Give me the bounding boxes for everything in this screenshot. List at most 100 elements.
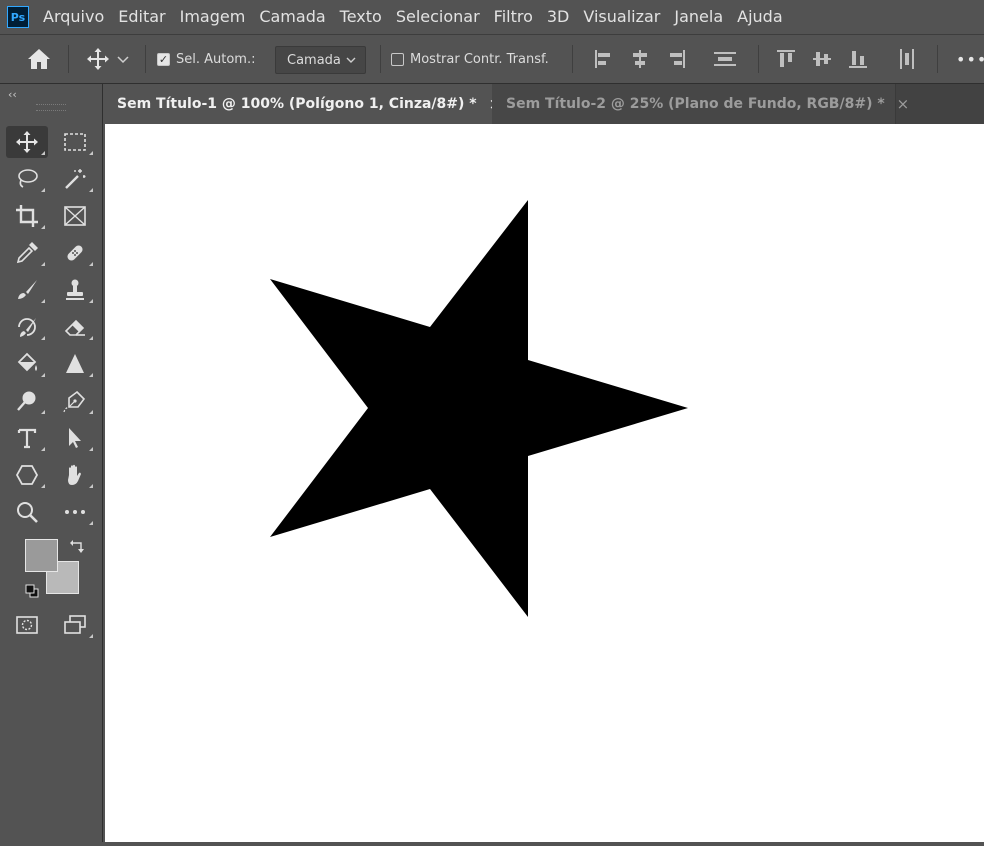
auto-select-target-dropdown[interactable]: Camada xyxy=(275,46,366,74)
auto-select-checkbox[interactable]: ✓ xyxy=(157,52,170,66)
star-shape[interactable] xyxy=(270,200,688,617)
photoshop-logo-icon[interactable]: Ps xyxy=(7,6,29,28)
blur-tool-icon xyxy=(66,354,84,373)
history-brush-tool[interactable] xyxy=(6,311,48,343)
close-icon[interactable]: × xyxy=(897,95,910,113)
healing-brush-tool[interactable] xyxy=(54,237,96,269)
rect-marquee-tool-icon xyxy=(64,133,86,151)
paint-bucket-tool[interactable] xyxy=(6,348,48,380)
frame-tool-icon xyxy=(64,206,86,226)
dodge-tool[interactable] xyxy=(6,385,48,417)
shape-tool[interactable] xyxy=(6,459,48,491)
menu-visualizar[interactable]: Visualizar xyxy=(576,0,667,34)
move-icon xyxy=(87,48,109,70)
options-separator xyxy=(68,45,69,73)
menu-imagem[interactable]: Imagem xyxy=(173,0,253,34)
align-horizontal-center-icon xyxy=(633,50,647,68)
options-separator xyxy=(937,45,938,73)
auto-select-toggle[interactable]: ✓ Sel. Autom.: xyxy=(157,35,256,83)
show-transform-toggle[interactable]: Mostrar Contr. Transf. xyxy=(391,35,549,83)
align-vertical-center-button[interactable] xyxy=(811,35,833,83)
align-top-button[interactable] xyxy=(775,35,797,83)
paint-bucket-tool-icon xyxy=(17,352,37,372)
menu-selecionar[interactable]: Selecionar xyxy=(389,0,487,34)
more-tools-button[interactable] xyxy=(54,496,96,528)
hand-tool-icon xyxy=(68,464,81,485)
blur-tool[interactable] xyxy=(54,348,96,380)
healing-brush-tool-icon xyxy=(67,245,83,261)
menu-janela[interactable]: Janela xyxy=(667,0,730,34)
shape-tool-icon xyxy=(15,465,39,485)
show-transform-checkbox[interactable] xyxy=(391,52,404,66)
chevron-down-icon xyxy=(346,57,356,63)
distribute-vertical-button[interactable] xyxy=(713,35,737,83)
align-bottom-icon xyxy=(849,51,867,68)
path-selection-tool-icon xyxy=(69,428,81,448)
align-top-icon xyxy=(777,50,795,67)
align-bottom-button[interactable] xyxy=(847,35,869,83)
menu-bar: Ps Arquivo Editar Imagem Camada Texto Se… xyxy=(0,0,984,34)
pen-tool[interactable] xyxy=(54,385,96,417)
menu-filtro[interactable]: Filtro xyxy=(487,0,540,34)
align-vertical-center-icon xyxy=(813,52,831,66)
tab-label: Sem Título-1 @ 100% (Polígono 1, Cinza/8… xyxy=(117,96,477,112)
distribute-horizontal-button[interactable] xyxy=(896,35,918,83)
chevron-down-icon xyxy=(117,56,129,64)
quick-mask-button[interactable] xyxy=(6,609,48,641)
lasso-tool-icon xyxy=(18,169,38,188)
options-separator xyxy=(572,45,573,73)
magic-wand-tool[interactable] xyxy=(54,163,96,195)
hand-tool[interactable] xyxy=(54,459,96,491)
path-selection-tool[interactable] xyxy=(54,422,96,454)
tab-document-1[interactable]: Sem Título-1 @ 100% (Polígono 1, Cinza/8… xyxy=(103,84,501,124)
more-tools-icon xyxy=(65,510,85,514)
crop-tool-icon xyxy=(16,205,38,227)
swap-colors-icon[interactable] xyxy=(69,538,85,558)
align-right-button[interactable] xyxy=(665,35,687,83)
type-tool[interactable] xyxy=(6,422,48,454)
options-separator xyxy=(145,45,146,73)
tool-preset-picker[interactable] xyxy=(86,35,130,83)
menu-ajuda[interactable]: Ajuda xyxy=(730,0,790,34)
quick-mask-icon xyxy=(16,616,38,634)
auto-select-label: Sel. Autom.: xyxy=(176,51,256,67)
lasso-tool[interactable] xyxy=(6,163,48,195)
zoom-tool[interactable] xyxy=(6,496,48,528)
options-separator xyxy=(758,45,759,73)
crop-tool[interactable] xyxy=(6,200,48,232)
home-button[interactable] xyxy=(26,35,52,83)
move-tool-icon xyxy=(16,131,38,153)
home-icon xyxy=(28,49,50,69)
move-tool[interactable] xyxy=(6,126,48,158)
foreground-color-swatch[interactable] xyxy=(25,539,58,572)
default-colors-icon[interactable] xyxy=(24,583,40,603)
align-left-button[interactable] xyxy=(593,35,615,83)
history-brush-tool-icon xyxy=(18,318,36,337)
screen-mode-button[interactable] xyxy=(54,609,96,641)
rect-marquee-tool[interactable] xyxy=(54,126,96,158)
clone-stamp-tool-icon xyxy=(66,279,84,300)
pen-tool-icon xyxy=(63,390,86,413)
document-tab-bar: Sem Título-1 @ 100% (Polígono 1, Cinza/8… xyxy=(103,84,984,124)
tab-document-2[interactable]: Sem Título-2 @ 25% (Plano de Fundo, RGB/… xyxy=(492,84,909,124)
menu-camada[interactable]: Camada xyxy=(252,0,332,34)
menu-3d[interactable]: 3D xyxy=(540,0,577,34)
tools-panel: ‹‹ xyxy=(0,84,103,842)
menu-texto[interactable]: Texto xyxy=(333,0,389,34)
more-options-button[interactable]: ••• xyxy=(956,35,984,83)
tab-label: Sem Título-2 @ 25% (Plano de Fundo, RGB/… xyxy=(506,96,885,112)
menu-editar[interactable]: Editar xyxy=(111,0,172,34)
align-right-icon xyxy=(670,50,685,68)
eraser-tool[interactable] xyxy=(54,311,96,343)
document-canvas[interactable] xyxy=(105,124,984,842)
brush-tool[interactable] xyxy=(6,274,48,306)
eyedropper-tool[interactable] xyxy=(6,237,48,269)
align-horizontal-center-button[interactable] xyxy=(629,35,651,83)
clone-stamp-tool[interactable] xyxy=(54,274,96,306)
panel-grip[interactable] xyxy=(36,104,66,111)
dodge-tool-icon xyxy=(17,391,36,411)
menu-arquivo[interactable]: Arquivo xyxy=(36,0,111,34)
screen-mode-icon xyxy=(64,615,86,634)
collapse-panel-icon[interactable]: ‹‹ xyxy=(8,88,17,101)
frame-tool[interactable] xyxy=(54,200,96,232)
